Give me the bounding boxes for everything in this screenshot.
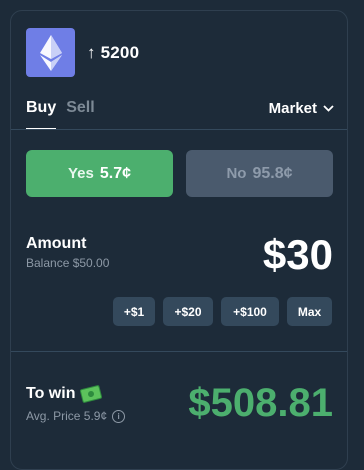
outcome-buttons: Yes 5.7¢ No 95.8¢: [26, 150, 333, 197]
tabs-divider: [11, 129, 347, 130]
order-type-dropdown[interactable]: Market: [269, 100, 334, 117]
chevron-down-icon: [323, 104, 334, 112]
market-header: ↑ 5200: [26, 28, 139, 77]
to-win-label: To win: [26, 385, 76, 402]
money-icon: [80, 384, 103, 404]
tab-buy[interactable]: Buy: [26, 99, 56, 117]
quick-amount-buttons: +$1 +$20 +$100 Max: [105, 297, 332, 326]
no-price: 95.8¢: [252, 164, 293, 182]
avg-price-text: Avg. Price 5.9¢: [26, 409, 108, 423]
yes-label: Yes: [67, 165, 94, 182]
yes-button[interactable]: Yes 5.7¢: [26, 150, 173, 197]
no-label: No: [226, 165, 247, 182]
amount-input[interactable]: $30: [263, 231, 333, 279]
summary-divider: [11, 351, 347, 352]
trade-card: ↑ 5200 Buy Sell Market Yes 5.7¢ No 95.8¢…: [10, 10, 348, 470]
order-type-label: Market: [268, 99, 317, 117]
max-button[interactable]: Max: [287, 297, 332, 326]
ethereum-icon: [26, 28, 75, 77]
yes-price: 5.7¢: [99, 164, 131, 182]
no-button[interactable]: No 95.8¢: [186, 150, 333, 197]
market-title: ↑ 5200: [87, 42, 140, 62]
info-icon[interactable]: i: [112, 409, 126, 423]
amount-section: Amount Balance $50.00 $30: [26, 231, 333, 278]
add-1-button[interactable]: +$1: [113, 297, 155, 326]
to-win-value: $508.81: [188, 381, 333, 425]
tab-sell[interactable]: Sell: [66, 99, 94, 117]
add-100-button[interactable]: +$100: [221, 297, 279, 326]
trade-tabs: Buy Sell Market: [26, 99, 334, 117]
to-win-section: To win Avg. Price 5.9¢ i $508.81: [26, 381, 333, 425]
add-20-button[interactable]: +$20: [163, 297, 213, 326]
